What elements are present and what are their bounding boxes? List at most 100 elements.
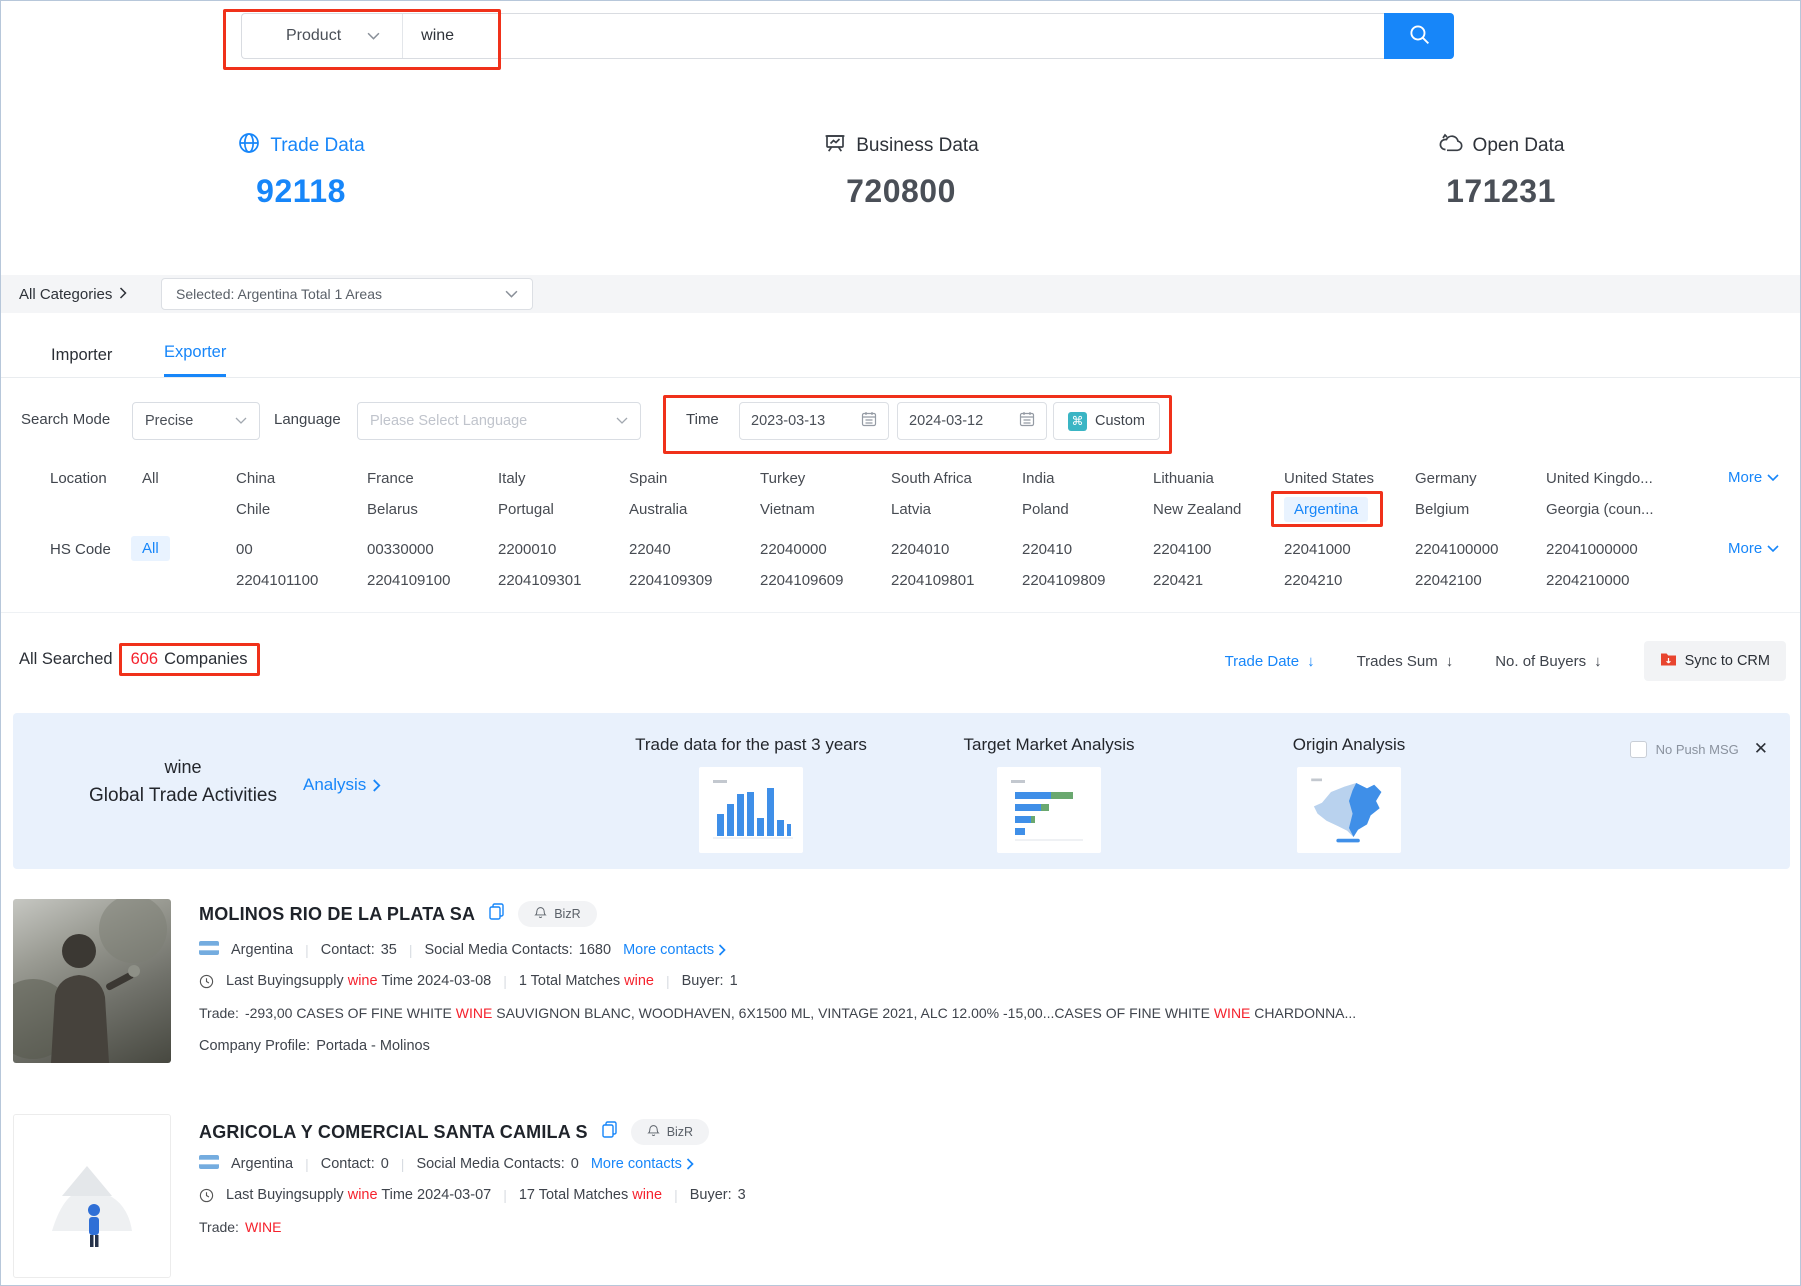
- location-option[interactable]: United States: [1284, 470, 1415, 487]
- copy-icon[interactable]: [489, 903, 504, 925]
- search-query-text: wine: [421, 27, 454, 45]
- hscode-option[interactable]: 22042100: [1415, 572, 1546, 589]
- custom-time-button[interactable]: ⌘ Custom: [1053, 402, 1160, 440]
- sort-label: Trade Date: [1225, 653, 1299, 670]
- location-all-option[interactable]: All: [142, 470, 159, 487]
- location-option[interactable]: Turkey: [760, 470, 891, 487]
- filter-panel: Search Mode Precise Language Please Sele…: [1, 378, 1801, 613]
- hscode-option[interactable]: 2204109309: [629, 572, 760, 589]
- company-name[interactable]: AGRICOLA Y COMERCIAL SANTA CAMILA S: [199, 1122, 588, 1143]
- location-option[interactable]: Georgia (coun...: [1546, 501, 1677, 518]
- sort-trades-sum[interactable]: Trades Sum↓: [1357, 653, 1454, 670]
- bizr-badge[interactable]: BizR: [631, 1119, 709, 1145]
- location-option[interactable]: Poland: [1022, 501, 1153, 518]
- date-to-input[interactable]: 2024-03-12: [897, 402, 1047, 440]
- location-option[interactable]: Latvia: [891, 501, 1022, 518]
- selected-areas-dropdown[interactable]: Selected: Argentina Total 1 Areas: [161, 278, 533, 310]
- location-option[interactable]: South Africa: [891, 470, 1022, 487]
- hscode-option[interactable]: 2204109801: [891, 572, 1022, 589]
- location-option[interactable]: Vietnam: [760, 501, 891, 518]
- time-label: Time: [686, 411, 719, 428]
- search-mode-select[interactable]: Precise: [132, 402, 260, 440]
- location-option[interactable]: United Kingdo...: [1546, 470, 1677, 487]
- sort-trade-date[interactable]: Trade Date↓: [1225, 653, 1315, 670]
- location-option[interactable]: Australia: [629, 501, 760, 518]
- more-contacts-link[interactable]: More contacts: [591, 1156, 694, 1172]
- tab-importer-label: Importer: [51, 346, 112, 365]
- language-select[interactable]: Please Select Language: [357, 402, 641, 440]
- hscode-option[interactable]: 22041000000: [1546, 541, 1677, 558]
- location-option[interactable]: Spain: [629, 470, 760, 487]
- tab-importer[interactable]: Importer: [51, 333, 112, 377]
- all-categories-link[interactable]: All Categories: [19, 286, 127, 303]
- location-option[interactable]: Germany: [1415, 470, 1546, 487]
- hscode-option[interactable]: 2204109100: [367, 572, 498, 589]
- company-name[interactable]: MOLINOS RIO DE LA PLATA SA: [199, 904, 475, 925]
- banner-card-title: Target Market Analysis: [899, 735, 1199, 755]
- search-input[interactable]: wine: [403, 14, 1384, 58]
- hscode-option[interactable]: 220421: [1153, 572, 1284, 589]
- location-option[interactable]: Argentina: [1284, 501, 1415, 518]
- china-map-thumbnail[interactable]: [1297, 767, 1401, 853]
- location-option[interactable]: Italy: [498, 470, 629, 487]
- trade-description: WINE: [245, 1219, 282, 1235]
- hscode-option[interactable]: 2204109809: [1022, 572, 1153, 589]
- hscode-option[interactable]: 2204100000: [1415, 541, 1546, 558]
- hscode-option[interactable]: 2200010: [498, 541, 629, 558]
- location-option[interactable]: France: [367, 470, 498, 487]
- hscode-option[interactable]: 22041000: [1284, 541, 1415, 558]
- search-category-label: Product: [286, 27, 341, 45]
- hscode-option[interactable]: 2204210: [1284, 572, 1415, 589]
- hscode-option[interactable]: 2204010: [891, 541, 1022, 558]
- hscode-more-link[interactable]: More: [1728, 540, 1779, 557]
- location-option[interactable]: Portugal: [498, 501, 629, 518]
- sort-controls: Trade Date↓ Trades Sum↓ No. of Buyers↓ S…: [1225, 641, 1786, 681]
- hscode-option[interactable]: 2204109301: [498, 572, 629, 589]
- company-illustration[interactable]: [13, 1114, 171, 1278]
- location-option[interactable]: New Zealand: [1153, 501, 1284, 518]
- search-button[interactable]: [1384, 13, 1454, 59]
- location-option[interactable]: Belarus: [367, 501, 498, 518]
- copy-icon[interactable]: [602, 1121, 617, 1143]
- results-suffix: Companies: [164, 650, 247, 669]
- stat-label: Business Data: [856, 135, 979, 157]
- annotation-box-selected: [1271, 491, 1383, 527]
- red-folder-sync-icon: [1660, 652, 1677, 671]
- company-photo[interactable]: [13, 899, 171, 1063]
- location-option[interactable]: India: [1022, 470, 1153, 487]
- no-push-checkbox[interactable]: [1630, 741, 1647, 758]
- more-contacts-label: More contacts: [591, 1156, 682, 1172]
- horizontal-bar-chart-thumbnail[interactable]: [997, 767, 1101, 853]
- bizr-label: BizR: [667, 1125, 693, 1139]
- hscode-option[interactable]: 2204101100: [236, 572, 367, 589]
- location-more-link[interactable]: More: [1728, 469, 1779, 486]
- more-contacts-link[interactable]: More contacts: [623, 942, 726, 958]
- location-option[interactable]: Lithuania: [1153, 470, 1284, 487]
- clock-icon: [199, 1188, 214, 1203]
- results-prefix: All Searched: [19, 650, 113, 669]
- hscode-option[interactable]: 22040000: [760, 541, 891, 558]
- hscode-option[interactable]: 2204100: [1153, 541, 1284, 558]
- date-from-input[interactable]: 2023-03-13: [739, 402, 889, 440]
- location-row-2: ChileBelarusPortugalAustraliaVietnamLatv…: [236, 501, 1677, 518]
- hscode-option[interactable]: 00330000: [367, 541, 498, 558]
- search-category-select[interactable]: Product: [242, 14, 403, 58]
- sort-no-of-buyers[interactable]: No. of Buyers↓: [1495, 653, 1601, 670]
- location-option[interactable]: Belgium: [1415, 501, 1546, 518]
- hscode-option[interactable]: 2204109609: [760, 572, 891, 589]
- magnifier-icon: [1407, 22, 1432, 50]
- bar-chart-thumbnail[interactable]: [699, 767, 803, 853]
- hscode-option[interactable]: 220410: [1022, 541, 1153, 558]
- bizr-badge[interactable]: BizR: [518, 901, 596, 927]
- hscode-option[interactable]: 00: [236, 541, 367, 558]
- hscode-option[interactable]: 2204210000: [1546, 572, 1677, 589]
- hscode-all-option[interactable]: All: [131, 536, 170, 561]
- tab-exporter[interactable]: Exporter: [164, 330, 226, 377]
- analysis-link[interactable]: Analysis: [303, 775, 381, 795]
- sync-to-crm-button[interactable]: Sync to CRM: [1644, 641, 1786, 681]
- location-option[interactable]: Chile: [236, 501, 367, 518]
- location-option[interactable]: China: [236, 470, 367, 487]
- hscode-option[interactable]: 22040: [629, 541, 760, 558]
- company-card: AGRICOLA Y COMERCIAL SANTA CAMILA S BizR…: [1, 1106, 1801, 1286]
- close-icon[interactable]: ✕: [1754, 739, 1768, 759]
